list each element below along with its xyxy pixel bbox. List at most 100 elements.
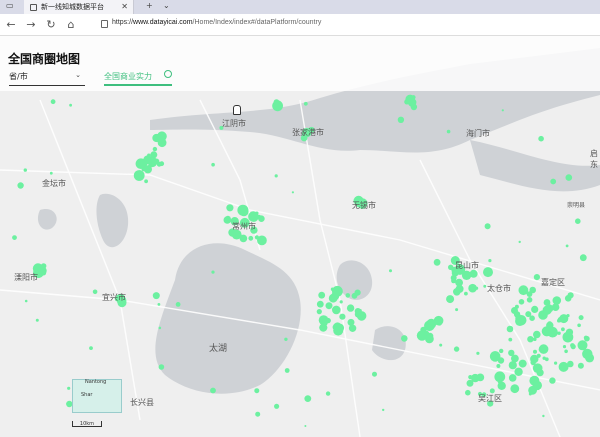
district-marker[interactable] [501, 109, 504, 112]
district-marker[interactable] [157, 303, 161, 306]
district-marker[interactable] [567, 292, 574, 299]
district-marker[interactable] [526, 297, 533, 303]
district-marker[interactable] [39, 264, 45, 271]
district-marker[interactable] [69, 103, 72, 107]
district-marker[interactable] [476, 351, 480, 355]
district-marker[interactable] [89, 346, 93, 350]
district-marker[interactable] [542, 356, 546, 360]
home-icon[interactable]: ⌂ [64, 18, 78, 31]
district-marker[interactable] [330, 287, 335, 291]
district-marker[interactable] [49, 171, 53, 175]
district-marker[interactable] [465, 389, 471, 396]
district-marker[interactable] [577, 323, 581, 328]
district-marker[interactable] [24, 299, 28, 303]
district-marker[interactable] [156, 161, 162, 167]
district-marker[interactable] [397, 116, 405, 124]
district-marker[interactable] [546, 321, 554, 330]
district-marker[interactable] [332, 305, 341, 315]
district-marker[interactable] [346, 304, 355, 312]
map-canvas[interactable] [0, 36, 600, 437]
district-marker[interactable] [273, 105, 279, 110]
district-marker[interactable] [518, 240, 521, 244]
district-marker[interactable] [339, 313, 346, 320]
district-marker[interactable] [318, 291, 326, 299]
district-marker[interactable] [446, 129, 451, 134]
district-marker[interactable] [284, 368, 290, 373]
district-marker[interactable] [254, 235, 259, 240]
district-marker[interactable] [550, 178, 557, 185]
district-marker[interactable] [468, 375, 473, 380]
district-marker[interactable] [558, 361, 569, 372]
district-marker[interactable] [533, 349, 537, 354]
district-marker[interactable] [565, 244, 569, 248]
district-marker[interactable] [401, 335, 408, 342]
district-marker[interactable] [570, 343, 575, 348]
minimap-inset[interactable]: Nantong Shar [72, 379, 122, 413]
district-marker[interactable] [316, 300, 324, 308]
district-marker[interactable] [510, 384, 520, 394]
district-marker[interactable] [50, 99, 56, 105]
district-marker[interactable] [579, 254, 587, 262]
district-marker[interactable] [514, 367, 523, 376]
district-marker[interactable] [464, 291, 468, 296]
district-marker[interactable] [566, 314, 570, 318]
district-marker[interactable] [484, 223, 491, 230]
district-marker[interactable] [274, 174, 278, 178]
district-marker[interactable] [538, 344, 549, 354]
district-marker[interactable] [372, 371, 377, 377]
district-marker[interactable] [575, 218, 581, 224]
district-marker[interactable] [452, 278, 456, 282]
district-marker[interactable] [437, 321, 442, 326]
district-marker[interactable] [499, 348, 504, 354]
district-marker[interactable] [453, 346, 460, 352]
district-marker[interactable] [138, 159, 147, 167]
district-marker[interactable] [210, 387, 216, 394]
district-marker[interactable] [475, 286, 479, 290]
district-marker[interactable] [332, 323, 341, 332]
district-marker[interactable] [506, 325, 514, 333]
district-marker[interactable] [536, 353, 541, 358]
district-marker[interactable] [316, 309, 322, 315]
address-bar[interactable]: https://www.datayicai.com/Home/Index/ind… [112, 19, 321, 26]
district-marker[interactable] [455, 278, 463, 287]
district-marker[interactable] [511, 307, 518, 314]
district-marker[interactable] [152, 292, 160, 300]
district-marker[interactable] [274, 403, 280, 409]
district-marker[interactable] [239, 234, 248, 243]
district-marker[interactable] [291, 191, 294, 194]
district-marker[interactable] [257, 214, 261, 219]
close-tab-icon[interactable]: ✕ [121, 2, 128, 11]
district-marker[interactable] [578, 315, 584, 321]
district-marker[interactable] [489, 351, 501, 362]
district-marker[interactable] [477, 375, 482, 379]
district-marker[interactable] [158, 326, 162, 330]
district-marker[interactable] [147, 153, 151, 157]
district-marker[interactable] [561, 327, 565, 332]
district-marker[interactable] [517, 314, 521, 319]
district-marker[interactable] [554, 361, 558, 365]
region-select[interactable]: 省/市 ⌄ [9, 71, 85, 86]
district-marker[interactable] [557, 331, 561, 335]
district-marker[interactable] [577, 362, 584, 369]
district-marker[interactable] [496, 364, 501, 368]
district-marker[interactable] [223, 216, 232, 224]
district-marker[interactable] [347, 318, 355, 326]
district-marker[interactable] [469, 269, 478, 278]
district-marker[interactable] [12, 235, 17, 241]
district-marker[interactable] [35, 318, 39, 322]
district-marker[interactable] [410, 103, 418, 111]
district-marker[interactable] [92, 289, 98, 295]
district-marker[interactable] [328, 293, 338, 303]
district-marker[interactable] [325, 391, 331, 396]
tab-list-chevron-icon[interactable]: ⌄ [163, 1, 170, 10]
district-marker[interactable] [303, 101, 308, 106]
district-marker[interactable] [542, 414, 545, 418]
district-marker[interactable] [339, 300, 343, 304]
district-marker[interactable] [529, 286, 536, 294]
district-marker[interactable] [211, 162, 215, 167]
district-marker[interactable] [565, 174, 573, 181]
district-marker[interactable] [255, 211, 259, 215]
district-marker[interactable] [211, 270, 215, 274]
commercial-strength-toggle[interactable]: 全国商业实力 [104, 70, 172, 86]
district-marker[interactable] [17, 182, 24, 189]
